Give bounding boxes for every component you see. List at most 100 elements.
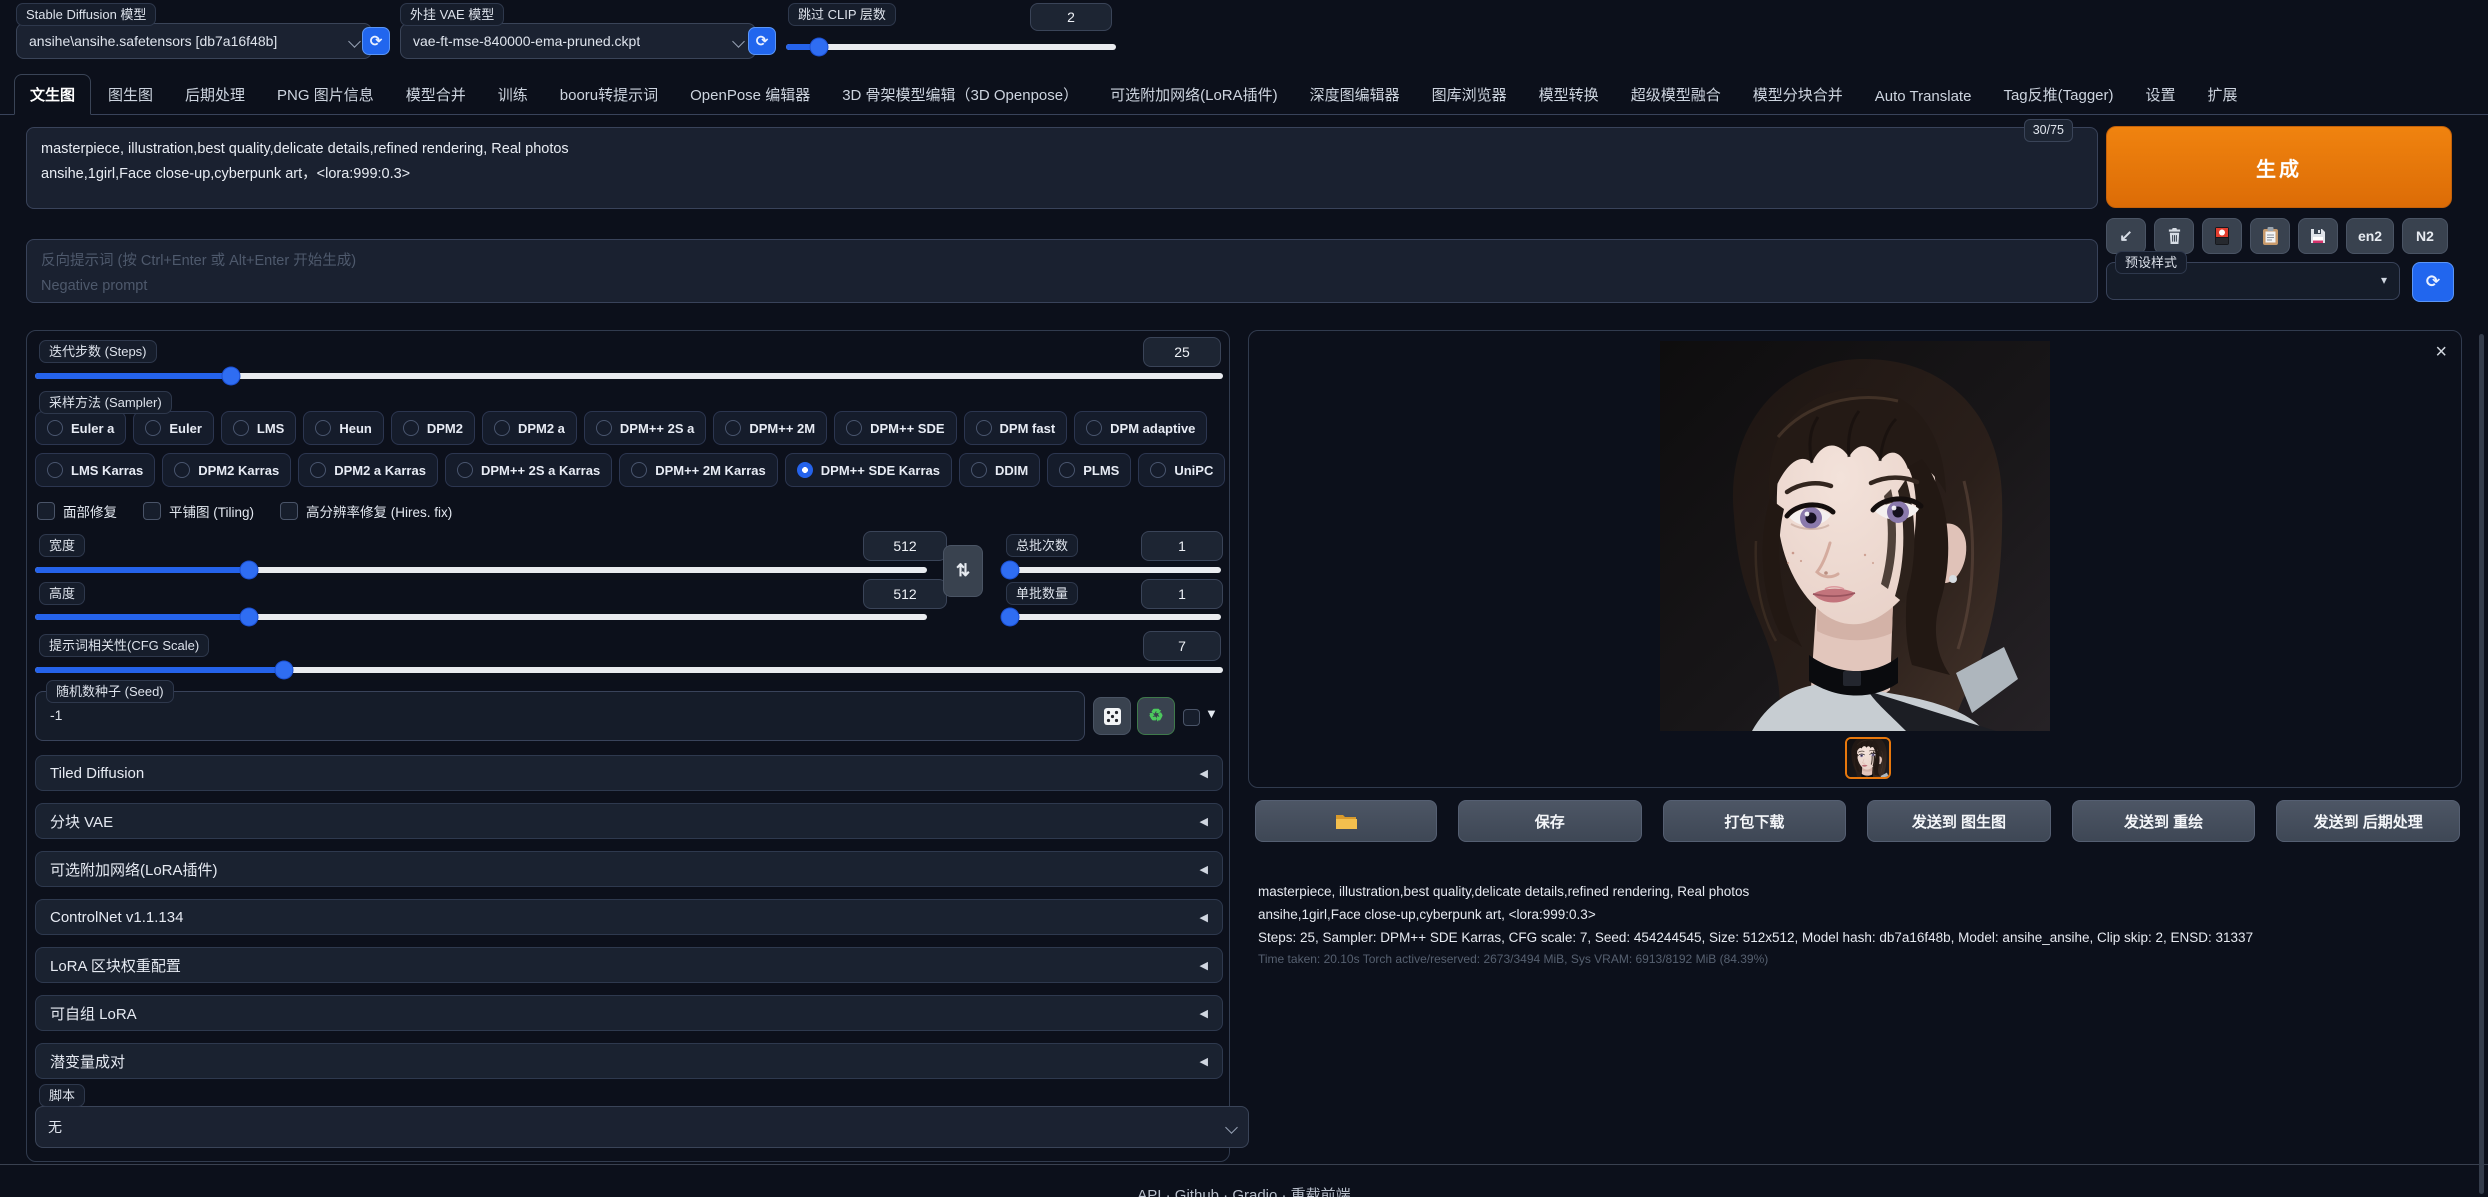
- save-style-button[interactable]: [2298, 218, 2338, 254]
- en2-button[interactable]: en2: [2346, 218, 2394, 254]
- sampler-option[interactable]: UniPC: [1138, 453, 1225, 487]
- open-folder-button[interactable]: [1255, 800, 1437, 842]
- sampler-option[interactable]: DPM++ 2M: [713, 411, 827, 445]
- seed-input[interactable]: 随机数种子 (Seed) -1: [35, 691, 1085, 741]
- accordion-additional-networks[interactable]: 可选附加网络(LoRA插件): [35, 851, 1223, 887]
- clear-prompt-button[interactable]: [2154, 218, 2194, 254]
- tab-img2img[interactable]: 图生图: [93, 75, 168, 114]
- accordion-lora-block-weight[interactable]: LoRA 区块权重配置: [35, 947, 1223, 983]
- styles-refresh-button[interactable]: ⟳: [2412, 262, 2454, 302]
- tab-checkpoint-merger[interactable]: 模型合并: [391, 75, 481, 114]
- footer-links[interactable]: API · Github · Gradio · 重载前端: [0, 1184, 2488, 1197]
- prompt-textarea[interactable]: masterpiece, illustration,best quality,d…: [26, 127, 2098, 209]
- accordion-composable-lora[interactable]: 可自组 LoRA: [35, 995, 1223, 1031]
- accordion-latent-couple[interactable]: 潜变量成对: [35, 1043, 1223, 1079]
- sampler-option[interactable]: DPM++ 2S a Karras: [445, 453, 612, 487]
- sampler-option[interactable]: DPM++ 2S a: [584, 411, 706, 445]
- tab-png-info[interactable]: PNG 图片信息: [262, 75, 389, 114]
- sampler-option[interactable]: Euler a: [35, 411, 126, 445]
- n2-button[interactable]: N2: [2402, 218, 2448, 254]
- steps-slider[interactable]: [35, 373, 1223, 379]
- styles-dropdown[interactable]: 预设样式 ▾: [2106, 262, 2400, 300]
- script-dropdown[interactable]: 无: [35, 1106, 1249, 1148]
- sampler-option[interactable]: DPM2 a Karras: [298, 453, 438, 487]
- send-to-inpaint-button[interactable]: 发送到 重绘: [2072, 800, 2256, 842]
- batch-size-value[interactable]: 1: [1141, 579, 1223, 609]
- tab-additional-networks[interactable]: 可选附加网络(LoRA插件): [1095, 75, 1293, 114]
- accordion-tiled-vae[interactable]: 分块 VAE: [35, 803, 1223, 839]
- batch-count-value[interactable]: 1: [1141, 531, 1223, 561]
- sampler-option[interactable]: DPM++ SDE Karras: [785, 453, 952, 487]
- sampler-option[interactable]: DDIM: [959, 453, 1040, 487]
- batch-size-slider[interactable]: [1006, 614, 1221, 620]
- swap-dimensions-button[interactable]: ⇅: [943, 545, 983, 597]
- sampler-option[interactable]: DPM2 a: [482, 411, 577, 445]
- restore-faces-option[interactable]: 面部修复: [37, 501, 117, 521]
- tab-blockmerge[interactable]: 模型分块合并: [1738, 75, 1858, 114]
- vae-refresh-button[interactable]: ⟳: [748, 27, 776, 55]
- send-to-img2img-button[interactable]: 发送到 图生图: [1867, 800, 2051, 842]
- sampler-option[interactable]: DPM2 Karras: [162, 453, 291, 487]
- random-seed-button[interactable]: [1093, 697, 1131, 735]
- sampler-option[interactable]: DPM2: [391, 411, 475, 445]
- slider-thumb[interactable]: [223, 368, 240, 385]
- tab-extras[interactable]: 后期处理: [170, 75, 260, 114]
- save-button[interactable]: 保存: [1458, 800, 1642, 842]
- tab-openpose-editor[interactable]: OpenPose 编辑器: [675, 75, 825, 114]
- slider-thumb[interactable]: [276, 662, 293, 679]
- generated-image[interactable]: [1660, 341, 2050, 731]
- sampler-option[interactable]: DPM++ SDE: [834, 411, 956, 445]
- cfg-value[interactable]: 7: [1143, 631, 1221, 661]
- generate-button[interactable]: 生成: [2106, 126, 2452, 208]
- sampler-option[interactable]: PLMS: [1047, 453, 1131, 487]
- tab-super-merger[interactable]: 超级模型融合: [1616, 75, 1736, 114]
- zip-download-button[interactable]: 打包下载: [1663, 800, 1847, 842]
- seed-extra-checkbox[interactable]: [1183, 709, 1200, 726]
- tab-tagger[interactable]: Tag反推(Tagger): [1988, 75, 2128, 114]
- sd-model-refresh-button[interactable]: ⟳: [362, 27, 390, 55]
- batch-count-slider[interactable]: [1006, 567, 1221, 573]
- slider-thumb[interactable]: [811, 39, 828, 56]
- tiling-option[interactable]: 平铺图 (Tiling): [143, 501, 254, 521]
- reuse-seed-button[interactable]: ♻: [1137, 697, 1175, 735]
- negative-prompt-textarea[interactable]: 反向提示词 (按 Ctrl+Enter 或 Alt+Enter 开始生成) Ne…: [26, 239, 2098, 303]
- tab-model-converter[interactable]: 模型转换: [1524, 75, 1614, 114]
- clip-skip-value[interactable]: 2: [1030, 3, 1112, 31]
- tab-txt2img[interactable]: 文生图: [14, 74, 91, 115]
- slider-thumb[interactable]: [241, 609, 258, 626]
- close-gallery-button[interactable]: ×: [2435, 341, 2447, 364]
- clip-skip-slider[interactable]: [786, 44, 1116, 50]
- slider-thumb[interactable]: [1002, 562, 1019, 579]
- tab-image-browser[interactable]: 图库浏览器: [1417, 75, 1522, 114]
- sampler-option[interactable]: DPM fast: [964, 411, 1068, 445]
- tab-booru2prompt[interactable]: booru转提示词: [545, 75, 673, 114]
- height-slider[interactable]: [35, 614, 927, 620]
- tab-settings[interactable]: 设置: [2131, 75, 2191, 114]
- tab-extensions[interactable]: 扩展: [2193, 75, 2253, 114]
- accordion-tiled-diffusion[interactable]: Tiled Diffusion: [35, 755, 1223, 791]
- apply-style-button[interactable]: [2250, 218, 2290, 254]
- tab-3d-openpose[interactable]: 3D 骨架模型编辑（3D Openpose）: [827, 75, 1093, 114]
- tab-train[interactable]: 训练: [483, 75, 543, 114]
- height-value[interactable]: 512: [863, 579, 947, 609]
- send-to-extras-button[interactable]: 发送到 后期处理: [2276, 800, 2460, 842]
- paste-button[interactable]: ↙: [2106, 218, 2146, 254]
- sampler-option[interactable]: DPM adaptive: [1074, 411, 1207, 445]
- sd-model-dropdown[interactable]: ansihe\ansihe.safetensors [db7a16f48b]: [16, 23, 372, 59]
- vae-dropdown[interactable]: vae-ft-mse-840000-ema-pruned.ckpt: [400, 23, 756, 59]
- width-value[interactable]: 512: [863, 531, 947, 561]
- cfg-slider[interactable]: [35, 667, 1223, 673]
- sampler-option[interactable]: Euler: [133, 411, 214, 445]
- sampler-option[interactable]: DPM++ 2M Karras: [619, 453, 778, 487]
- sampler-option[interactable]: LMS: [221, 411, 296, 445]
- steps-value[interactable]: 25: [1143, 337, 1221, 367]
- width-slider[interactable]: [35, 567, 927, 573]
- sampler-option[interactable]: LMS Karras: [35, 453, 155, 487]
- tab-depth-editor[interactable]: 深度图编辑器: [1295, 75, 1415, 114]
- gallery-thumbnail[interactable]: [1845, 737, 1891, 779]
- hires-fix-option[interactable]: 高分辨率修复 (Hires. fix): [280, 501, 452, 521]
- tab-auto-translate[interactable]: Auto Translate: [1860, 79, 1987, 114]
- sampler-option[interactable]: Heun: [303, 411, 384, 445]
- slider-thumb[interactable]: [1002, 609, 1019, 626]
- slider-thumb[interactable]: [241, 562, 258, 579]
